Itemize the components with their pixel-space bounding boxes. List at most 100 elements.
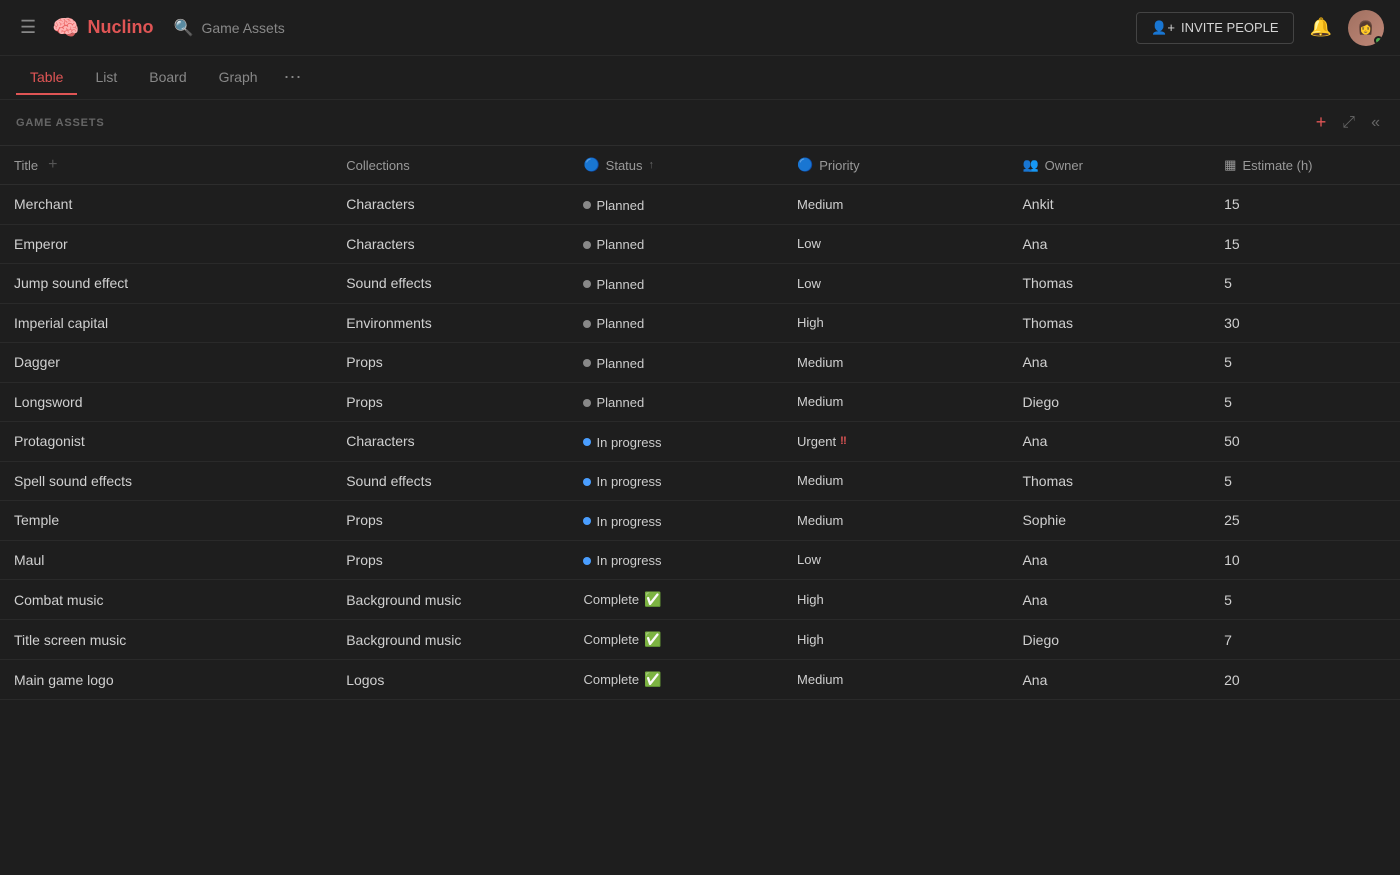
cell-title[interactable]: Maul — [0, 540, 332, 580]
table-row[interactable]: Title screen music Background music Comp… — [0, 620, 1400, 660]
cell-title[interactable]: Title screen music — [0, 620, 332, 660]
cell-status: Planned — [569, 264, 783, 304]
table-row[interactable]: Combat music Background music Complete ✅… — [0, 580, 1400, 620]
header-right: 👤+ INVITE PEOPLE 🔔 👩 — [1136, 10, 1384, 46]
cell-collection: Props — [332, 382, 569, 422]
cell-estimate: 5 — [1210, 343, 1400, 383]
table-row[interactable]: Main game logo Logos Complete ✅ Medium A… — [0, 660, 1400, 700]
priority-cell: Medium — [797, 473, 994, 488]
col-header-estimate: ▦ Estimate (h) ⋮ — [1210, 146, 1400, 185]
cell-owner: Diego — [1008, 620, 1210, 660]
col-owner-label: Owner — [1045, 158, 1083, 173]
cell-collection: Props — [332, 343, 569, 383]
notification-bell-icon[interactable]: 🔔 — [1310, 17, 1332, 38]
cell-title[interactable]: Temple — [0, 501, 332, 541]
cell-title[interactable]: Imperial capital — [0, 303, 332, 343]
cell-priority: Low — [783, 264, 1008, 304]
table-row[interactable]: Merchant Characters Planned Medium Ankit… — [0, 185, 1400, 225]
cell-collection: Environments — [332, 303, 569, 343]
table-row[interactable]: Spell sound effects Sound effects In pro… — [0, 461, 1400, 501]
cell-estimate: 20 — [1210, 660, 1400, 700]
cell-title[interactable]: Main game logo — [0, 660, 332, 700]
cell-title[interactable]: Spell sound effects — [0, 461, 332, 501]
tab-table[interactable]: Table — [16, 61, 77, 95]
cell-owner: Diego — [1008, 382, 1210, 422]
table-row[interactable]: Jump sound effect Sound effects Planned … — [0, 264, 1400, 304]
cell-owner: Ana — [1008, 343, 1210, 383]
add-column-title-button[interactable]: + — [44, 156, 61, 174]
tab-board[interactable]: Board — [135, 61, 200, 95]
cell-estimate: 25 — [1210, 501, 1400, 541]
cell-status: Planned — [569, 303, 783, 343]
tab-graph[interactable]: Graph — [205, 61, 272, 95]
avatar[interactable]: 👩 — [1348, 10, 1384, 46]
cell-estimate: 5 — [1210, 580, 1400, 620]
priority-cell: High — [797, 592, 994, 607]
status-cell: Planned — [583, 198, 644, 213]
cell-title[interactable]: Longsword — [0, 382, 332, 422]
cell-owner: Ana — [1008, 540, 1210, 580]
cell-title[interactable]: Jump sound effect — [0, 264, 332, 304]
table-row[interactable]: Maul Props In progress Low Ana 10 — [0, 540, 1400, 580]
priority-cell: Medium — [797, 672, 994, 687]
hamburger-menu[interactable]: ☰ — [16, 13, 40, 42]
priority-cell: High — [797, 632, 994, 647]
cell-status: Complete ✅ — [569, 580, 783, 620]
cell-title[interactable]: Merchant — [0, 185, 332, 225]
status-sort-icon[interactable]: ↑ — [649, 159, 655, 171]
cell-priority: Low — [783, 224, 1008, 264]
status-cell: Complete ✅ — [583, 631, 661, 648]
table-row[interactable]: Temple Props In progress Medium Sophie 2… — [0, 501, 1400, 541]
logo-area: 🧠 Nuclino — [52, 15, 153, 41]
status-cell: In progress — [583, 435, 661, 450]
cell-estimate: 10 — [1210, 540, 1400, 580]
expand-icon[interactable]: ⤢ — [1338, 112, 1359, 134]
cell-title[interactable]: Protagonist — [0, 422, 332, 462]
search-area[interactable]: 🔍 Game Assets — [174, 18, 1125, 38]
add-column-button[interactable]: + — [1312, 110, 1331, 135]
cell-collection: Characters — [332, 185, 569, 225]
cell-priority: Medium — [783, 660, 1008, 700]
priority-cell: Low — [797, 552, 994, 567]
cell-title[interactable]: Dagger — [0, 343, 332, 383]
cell-priority: Urgent ‼ — [783, 422, 1008, 462]
tab-more-button[interactable]: ⋯ — [276, 63, 310, 92]
cell-owner: Ankit — [1008, 185, 1210, 225]
tab-list[interactable]: List — [81, 61, 131, 95]
cell-collection: Logos — [332, 660, 569, 700]
table-row[interactable]: Longsword Props Planned Medium Diego 5 — [0, 382, 1400, 422]
invite-people-button[interactable]: 👤+ INVITE PEOPLE — [1136, 12, 1293, 44]
cell-collection: Background music — [332, 620, 569, 660]
col-header-owner: 👥 Owner ⋮ — [1008, 146, 1210, 185]
cell-owner: Thomas — [1008, 264, 1210, 304]
table-row[interactable]: Dagger Props Planned Medium Ana 5 — [0, 343, 1400, 383]
priority-cell: Low — [797, 236, 994, 251]
cell-estimate: 7 — [1210, 620, 1400, 660]
owner-col-icon: 👥 — [1022, 157, 1038, 173]
priority-cell: Medium — [797, 355, 994, 370]
cell-title[interactable]: Emperor — [0, 224, 332, 264]
cell-owner: Ana — [1008, 580, 1210, 620]
logo-icon: 🧠 — [52, 15, 79, 41]
cell-title[interactable]: Combat music — [0, 580, 332, 620]
cell-status: Planned — [569, 382, 783, 422]
priority-cell: Medium — [797, 394, 994, 409]
cell-owner: Thomas — [1008, 461, 1210, 501]
cell-priority: Medium — [783, 185, 1008, 225]
cell-priority: High — [783, 620, 1008, 660]
table-row[interactable]: Protagonist Characters In progress Urgen… — [0, 422, 1400, 462]
cell-priority: High — [783, 580, 1008, 620]
status-cell: In progress — [583, 514, 661, 529]
collapse-icon[interactable]: « — [1367, 112, 1384, 134]
col-collections-label: Collections — [346, 158, 410, 173]
estimate-col-icon: ▦ — [1224, 157, 1236, 173]
status-cell: Planned — [583, 395, 644, 410]
cell-collection: Characters — [332, 224, 569, 264]
col-title-label: Title — [14, 158, 38, 173]
status-cell: Complete ✅ — [583, 591, 661, 608]
table-row[interactable]: Emperor Characters Planned Low Ana 15 — [0, 224, 1400, 264]
col-header-status: 🔵 Status ↑ ⋮ — [569, 146, 783, 185]
table-row[interactable]: Imperial capital Environments Planned Hi… — [0, 303, 1400, 343]
cell-collection: Sound effects — [332, 461, 569, 501]
cell-collection: Background music — [332, 580, 569, 620]
